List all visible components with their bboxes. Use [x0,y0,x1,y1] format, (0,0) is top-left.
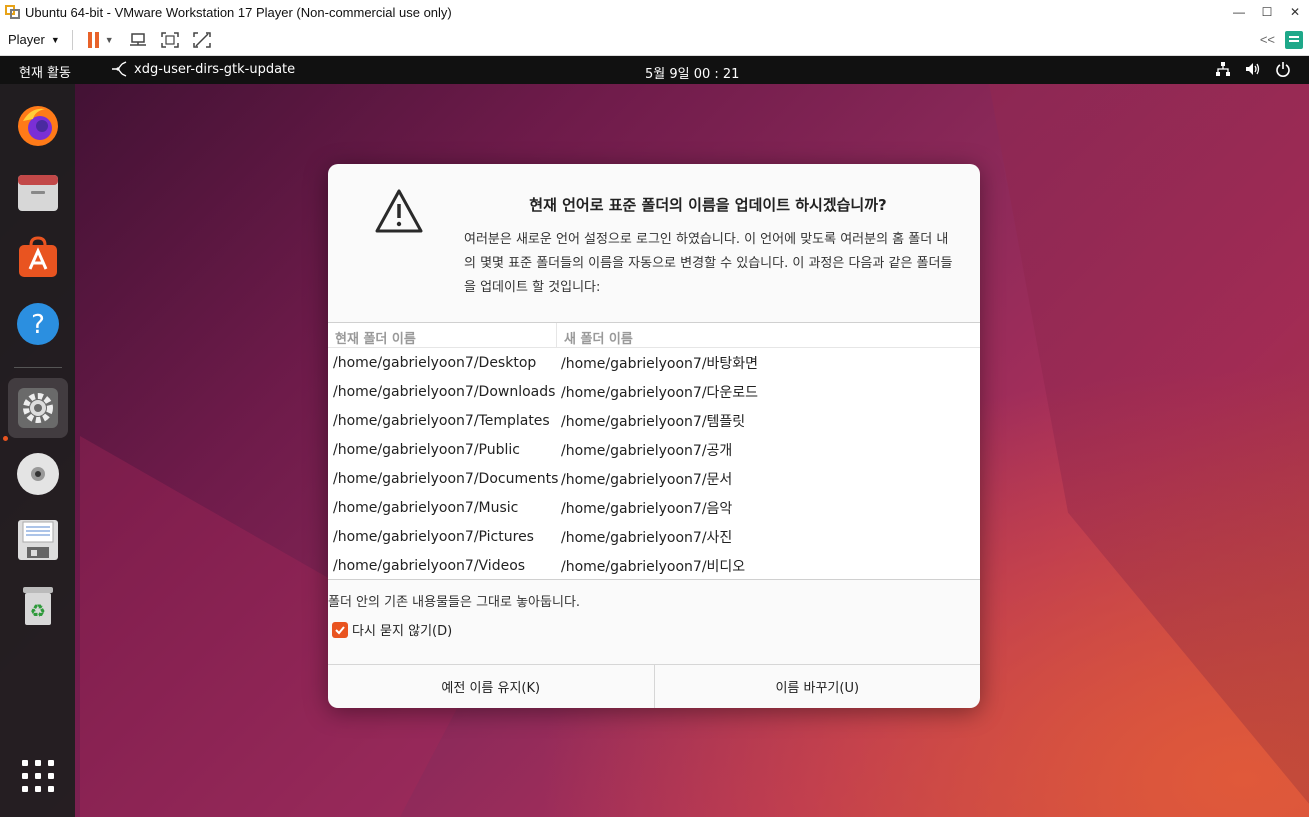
toolbar-separator [71,29,73,50]
player-menu[interactable]: Player ▼ [0,32,68,47]
new-folder-name: /home/gabrielyoon7/공개 [561,442,733,459]
column-header-new[interactable]: 새 폴더 이름 [557,323,633,347]
new-folder-name: /home/gabrielyoon7/문서 [561,471,733,488]
current-folder-name: /home/gabrielyoon7/Templates [333,412,550,429]
activities-button[interactable]: 현재 활동 [19,62,71,81]
current-folder-name: /home/gabrielyoon7/Public [333,441,520,458]
floppy-icon [18,520,58,560]
table-row[interactable]: /home/gabrielyoon7/Downloads/home/gabrie… [328,377,980,406]
unity-icon[interactable] [192,31,212,49]
current-folder-name: /home/gabrielyoon7/Pictures [333,528,534,545]
running-indicator [3,436,8,441]
app-menu[interactable]: xdg-user-dirs-gtk-update [110,61,295,77]
current-folder-name: /home/gabrielyoon7/Documents [333,470,559,487]
vmware-app-icon [5,4,21,20]
send-ctrl-alt-del-icon[interactable] [128,31,148,49]
table-row[interactable]: /home/gabrielyoon7/Templates/home/gabrie… [328,406,980,435]
power-icon [1276,62,1290,77]
pause-dropdown-icon[interactable]: ▼ [105,35,114,45]
caret-down-icon: ▼ [50,34,60,45]
show-apps-icon[interactable] [22,760,54,792]
files-icon [18,175,58,211]
checkbox-label: 다시 묻지 않기(D) [352,624,453,639]
dialog-heading: 현재 언어로 표준 폴더의 이름을 업데이트 하시겠습니까? [529,196,887,214]
help-icon: ? [17,303,59,345]
dock-item-floppy[interactable] [8,510,68,570]
rename-button[interactable]: 이름 바꾸기(U) [655,665,981,708]
system-menu[interactable] [1215,61,1291,77]
vmware-toolbar: Player ▼ ▼ << [0,24,1309,56]
close-button[interactable]: ✕ [1281,5,1309,19]
dock-item-help[interactable]: ? [8,294,68,354]
table-row[interactable]: /home/gabrielyoon7/Public/home/gabrielyo… [328,435,980,464]
table-row[interactable]: /home/gabrielyoon7/Music/home/gabrielyoo… [328,493,980,522]
current-folder-name: /home/gabrielyoon7/Music [333,499,519,516]
collapse-toolbar-icon[interactable]: << [1260,32,1275,47]
dialog-note: 폴더 안의 기존 내용물들은 그대로 놓아둡니다. [328,595,581,610]
folder-table: 현재 폴더 이름 새 폴더 이름 /home/gabrielyoon7/Desk… [328,322,980,580]
current-folder-name: /home/gabrielyoon7/Videos [333,557,526,574]
warning-icon [375,189,423,233]
rename-folders-dialog: 현재 언어로 표준 폴더의 이름을 업데이트 하시겠습니까? 여러분은 새로운 … [328,164,980,708]
new-folder-name: /home/gabrielyoon7/사진 [561,529,733,546]
notes-icon[interactable] [1285,30,1303,49]
app-center-icon [19,236,57,277]
pause-icon[interactable] [87,31,101,48]
dialog-description: 여러분은 새로운 언어 설정으로 로그인 하였습니다. 이 언어에 맞도록 여러… [464,232,953,295]
disc-icon [17,453,59,495]
new-folder-name: /home/gabrielyoon7/비디오 [561,558,746,575]
new-folder-name: /home/gabrielyoon7/템플릿 [561,413,746,430]
fullscreen-icon[interactable] [160,31,180,49]
dock-item-files[interactable] [8,162,68,222]
trash-icon: ♻ [23,587,53,625]
current-folder-name: /home/gabrielyoon7/Downloads [333,383,556,400]
clock[interactable]: 5월 9일 00 : 21 [645,63,739,82]
vmware-titlebar: Ubuntu 64-bit - VMware Workstation 17 Pl… [0,0,1309,24]
dock-item-app-center[interactable] [8,228,68,288]
dock-item-trash[interactable]: ♻ [8,576,68,636]
column-header-current[interactable]: 현재 폴더 이름 [328,323,557,347]
table-row[interactable]: /home/gabrielyoon7/Pictures/home/gabriel… [328,522,980,551]
dock-item-firefox[interactable] [8,96,68,156]
svg-text:?: ? [31,310,45,340]
volume-icon [1246,63,1260,75]
new-folder-name: /home/gabrielyoon7/다운로드 [561,384,759,401]
checkbox-checked-icon[interactable] [332,621,348,638]
dock-item-settings[interactable] [8,378,68,438]
keep-names-button[interactable]: 예전 이름 유지(K) [328,665,655,708]
firefox-icon [18,106,58,146]
table-row[interactable]: /home/gabrielyoon7/Desktop/home/gabriely… [328,348,980,377]
current-folder-name: /home/gabrielyoon7/Desktop [333,354,537,371]
settings-icon [18,388,58,428]
guest-screen: 현재 활동 xdg-user-dirs-gtk-update 5월 9일 00 … [0,56,1309,817]
table-header: 현재 폴더 이름 새 폴더 이름 [328,323,980,348]
new-folder-name: /home/gabrielyoon7/음악 [561,500,733,517]
app-indicator-icon [112,61,127,77]
gnome-top-bar: 현재 활동 xdg-user-dirs-gtk-update 5월 9일 00 … [0,56,1309,84]
table-row[interactable]: /home/gabrielyoon7/Documents/home/gabrie… [328,464,980,493]
window-title: Ubuntu 64-bit - VMware Workstation 17 Pl… [25,4,452,20]
network-icon [1216,62,1230,76]
app-name: xdg-user-dirs-gtk-update [134,61,296,77]
dock: ? ♻ [0,84,75,817]
dock-separator [14,367,62,368]
dialog-buttons: 예전 이름 유지(K) 이름 바꾸기(U) [328,664,980,708]
dont-ask-again-checkbox[interactable]: 다시 묻지 않기(D) [332,620,452,639]
svg-text:♻: ♻ [30,601,46,622]
new-folder-name: /home/gabrielyoon7/바탕화면 [561,355,759,372]
maximize-button[interactable]: ☐ [1253,5,1281,19]
minimize-button[interactable]: — [1225,5,1253,19]
player-menu-label: Player [8,32,45,47]
dock-item-disc[interactable] [8,444,68,504]
table-row[interactable]: /home/gabrielyoon7/Videos/home/gabrielyo… [328,551,980,580]
